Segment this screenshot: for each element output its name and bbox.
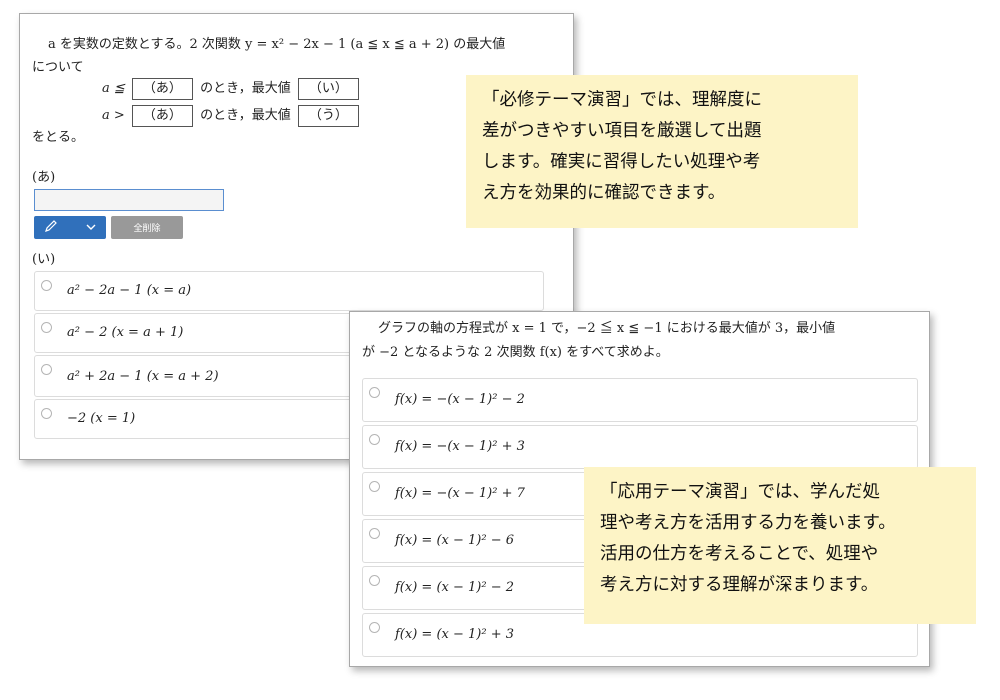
question1-line1: a を実数の定数とする。2 次関数 y = x² − 2x − 1 (a ≦ x… <box>48 37 506 52</box>
option-text: a² − 2 (x = a + 1) <box>67 325 184 340</box>
option-text: f(x) = −(x − 1)² − 2 <box>395 392 525 407</box>
answer-label-a: (あ) <box>32 170 56 185</box>
pen-button[interactable] <box>34 216 106 239</box>
radio-button[interactable] <box>369 528 380 539</box>
radio-button[interactable] <box>41 280 52 291</box>
blank-u-box: （う） <box>297 105 359 127</box>
case2-mid-text: のとき，最大値 <box>200 108 291 123</box>
option-1[interactable]: a² − 2a − 1 (x = a) <box>34 271 544 311</box>
radio-button[interactable] <box>41 322 52 333</box>
case-row-1: a ≦ （あ） のとき，最大値 （い） <box>102 78 362 100</box>
blank-a-box: （あ） <box>131 78 193 100</box>
option-text: f(x) = (x − 1)² − 6 <box>395 533 514 548</box>
option-text: f(x) = −(x − 1)² + 3 <box>395 439 525 454</box>
radio-button[interactable] <box>369 481 380 492</box>
note-line: します。確実に習得したい処理や考 <box>482 152 761 172</box>
question1-line-end: をとる。 <box>32 130 85 145</box>
note-line: 「応用テーマ演習」では、学んだ処 <box>600 482 880 502</box>
note-line: 活用の仕方を考えることで、処理や <box>600 544 879 564</box>
clear-all-button[interactable]: 全削除 <box>111 216 183 239</box>
option-text: f(x) = (x − 1)² − 2 <box>395 580 514 595</box>
answer-input-a[interactable] <box>34 189 224 211</box>
note-line: 理や考え方を活用する力を養います。 <box>600 513 896 533</box>
case-row-2: a > （あ） のとき，最大値 （う） <box>102 105 362 127</box>
radio-button[interactable] <box>369 575 380 586</box>
case1-mid-text: のとき，最大値 <box>200 81 291 96</box>
radio-button[interactable] <box>369 622 380 633</box>
note-line: え方を効果的に確認できます。 <box>482 183 726 203</box>
blank-i-box: （い） <box>297 78 359 100</box>
chevron-down-icon <box>86 220 96 235</box>
case2-condition: a > <box>102 108 125 123</box>
question1-line2: について <box>32 60 84 75</box>
case1-condition: a ≦ <box>102 81 125 96</box>
note-line: 「必修テーマ演習」では、理解度に <box>482 90 762 110</box>
option-text: a² + 2a − 1 (x = a + 2) <box>67 369 219 384</box>
note-line: 差がつきやすい項目を厳選して出題 <box>482 121 762 141</box>
callout-note-required-theme: 「必修テーマ演習」では、理解度に 差がつきやすい項目を厳選して出題 します。確実… <box>466 75 858 228</box>
option-1[interactable]: f(x) = −(x − 1)² − 2 <box>362 378 918 422</box>
question2-line1: グラフの軸の方程式が x = 1 で，−2 ≦ x ≦ −1 における最大値が … <box>378 321 836 336</box>
question2-line2: が −2 となるような 2 次関数 f(x) をすべて求めよ。 <box>362 345 669 360</box>
radio-button[interactable] <box>41 408 52 419</box>
pencil-icon <box>44 219 58 237</box>
answer-label-i: (い) <box>32 252 56 267</box>
option-text: f(x) = (x − 1)² + 3 <box>395 627 514 642</box>
radio-button[interactable] <box>369 434 380 445</box>
blank-a-box-2: （あ） <box>131 105 193 127</box>
callout-note-applied-theme: 「応用テーマ演習」では、学んだ処 理や考え方を活用する力を養います。 活用の仕方… <box>584 467 976 624</box>
option-text: a² − 2a − 1 (x = a) <box>67 283 192 298</box>
option-text: f(x) = −(x − 1)² + 7 <box>395 486 525 501</box>
radio-button[interactable] <box>41 364 52 375</box>
option-2[interactable]: f(x) = −(x − 1)² + 3 <box>362 425 918 469</box>
option-text: −2 (x = 1) <box>67 411 136 426</box>
radio-button[interactable] <box>369 387 380 398</box>
note-line: 考え方に対する理解が深まります。 <box>600 575 879 595</box>
